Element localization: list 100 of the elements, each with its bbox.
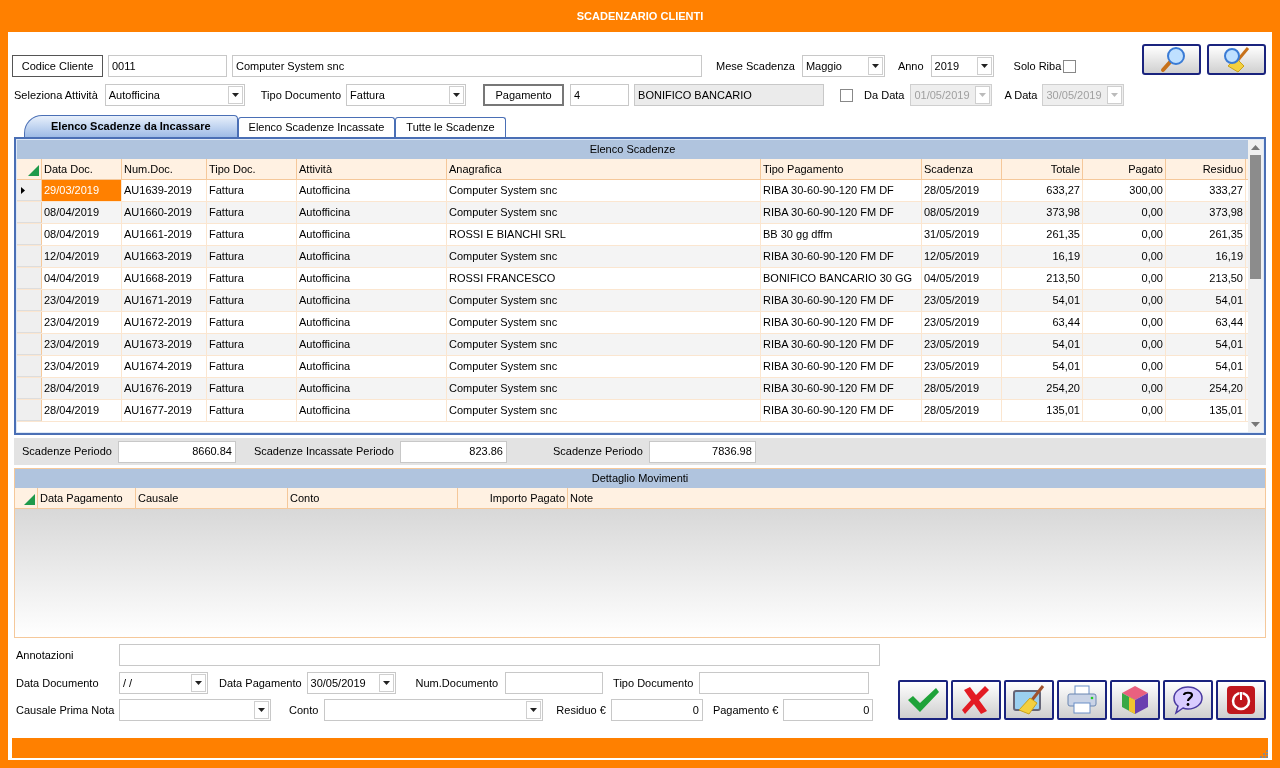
table-cell: 63,44 <box>1002 312 1083 333</box>
table-cell: Fattura <box>207 246 297 267</box>
table-cell: AU1663-2019 <box>122 246 207 267</box>
table-cell: AU1660-2019 <box>122 202 207 223</box>
column-header[interactable]: Num.Doc. <box>122 159 207 179</box>
column-header[interactable]: Anagrafica <box>447 159 761 179</box>
panel-header: Elenco Scadenze <box>17 140 1248 159</box>
table-cell: 04/05/2019 <box>922 268 1002 289</box>
table-cell: Autofficina <box>297 356 447 377</box>
column-header[interactable]: Tipo Pagamento <box>761 159 922 179</box>
field-label: Conto <box>289 702 319 718</box>
column-header[interactable]: Importo Pagato <box>458 488 568 508</box>
table-cell: 373,98 <box>1002 202 1083 223</box>
table-cell: 54,01 <box>1166 334 1246 355</box>
table-cell: 28/05/2019 <box>922 378 1002 399</box>
table-cell: Computer System snc <box>447 378 761 399</box>
table-cell: 28/04/2019 <box>42 400 122 421</box>
table-cell: AU1671-2019 <box>122 290 207 311</box>
field-label: Num.Documento <box>415 675 499 691</box>
table-cell: 54,01 <box>1002 356 1083 377</box>
tab[interactable]: Elenco Scadenze Incassate <box>237 117 396 137</box>
column-header[interactable]: Causale <box>136 488 288 508</box>
table-cell: 0,00 <box>1083 224 1166 245</box>
table-cell: 254,20 <box>1166 378 1246 399</box>
table-cell: 54,01 <box>1166 290 1246 311</box>
table-cell: 54,01 <box>1166 356 1246 377</box>
table-cell: Autofficina <box>297 202 447 223</box>
table-cell: AU1676-2019 <box>122 378 207 399</box>
field-label: Tipo Documento <box>260 87 342 103</box>
table-cell: 135,01 <box>1166 400 1246 421</box>
table-cell: 300,00 <box>1083 180 1166 201</box>
table-cell: 23/04/2019 <box>42 312 122 333</box>
table-cell: Fattura <box>207 290 297 311</box>
column-header[interactable]: Totale <box>1002 159 1083 179</box>
input-field[interactable]: 7836.98 <box>648 440 756 463</box>
column-header[interactable]: Residuo <box>1166 159 1246 179</box>
dropdown[interactable]: 30/05/2019 <box>306 672 396 694</box>
table-cell: 28/05/2019 <box>922 180 1002 201</box>
table-cell: Fattura <box>207 378 297 399</box>
tab[interactable]: Elenco Scadenze da Incassare <box>24 115 238 137</box>
dropdown[interactable]: Maggio <box>801 55 885 77</box>
field-label: Residuo € <box>556 702 606 718</box>
table-cell: 23/05/2019 <box>922 290 1002 311</box>
table-cell: BONIFICO BANCARIO 30 GG <box>761 268 922 289</box>
column-header[interactable]: Data Doc. <box>42 159 122 179</box>
window-title: SCADENZARIO CLIENTI <box>576 8 704 24</box>
table-cell: Autofficina <box>297 268 447 289</box>
input-field[interactable]: 0 <box>610 699 703 721</box>
input-field[interactable]: 0011 <box>108 55 227 77</box>
column-header[interactable]: Tipo Doc. <box>207 159 297 179</box>
input-field[interactable]: 4 <box>570 84 630 106</box>
form-button[interactable]: Pagamento <box>483 84 565 106</box>
table-cell: RIBA 30-60-90-120 FM DF <box>761 400 922 421</box>
input-field[interactable]: 823.86 <box>399 440 507 463</box>
table-cell: 54,01 <box>1002 290 1083 311</box>
dropdown[interactable]: Fattura <box>346 84 467 106</box>
dropdown[interactable]: 2019 <box>930 55 994 77</box>
input-field[interactable]: 0 <box>783 699 874 721</box>
tab[interactable]: Tutte le Scadenze <box>395 117 506 137</box>
table-cell: AU1672-2019 <box>122 312 207 333</box>
table-cell: AU1661-2019 <box>122 224 207 245</box>
table-cell: RIBA 30-60-90-120 FM DF <box>761 180 922 201</box>
column-header[interactable]: Attività <box>297 159 447 179</box>
table-cell: 31/05/2019 <box>922 224 1002 245</box>
table-cell: RIBA 30-60-90-120 FM DF <box>761 356 922 377</box>
table-cell: 0,00 <box>1083 378 1166 399</box>
table-cell: Autofficina <box>297 180 447 201</box>
table-cell: 12/05/2019 <box>922 246 1002 267</box>
column-header[interactable]: Conto <box>288 488 458 508</box>
table-cell: 0,00 <box>1083 268 1166 289</box>
field-label: Seleziona Attività <box>14 87 98 103</box>
column-header[interactable]: Note <box>568 488 1168 508</box>
table-cell: Fattura <box>207 356 297 377</box>
table-cell: Computer System snc <box>447 180 761 201</box>
table-cell: 0,00 <box>1083 290 1166 311</box>
table-cell: Autofficina <box>297 334 447 355</box>
table-cell: ROSSI FRANCESCO <box>447 268 761 289</box>
table-cell: Computer System snc <box>447 290 761 311</box>
table-cell: 213,50 <box>1166 268 1246 289</box>
table-cell: Fattura <box>207 400 297 421</box>
table-cell: AU1677-2019 <box>122 400 207 421</box>
input-field[interactable]: BONIFICO BANCARIO <box>634 84 825 106</box>
table-cell: 08/04/2019 <box>42 224 122 245</box>
table-cell: 373,98 <box>1166 202 1246 223</box>
input-field[interactable]: Computer System snc <box>232 55 702 77</box>
column-header[interactable]: Data Pagamento <box>38 488 136 508</box>
table-cell: 23/05/2019 <box>922 334 1002 355</box>
table-cell: 23/05/2019 <box>922 356 1002 377</box>
table-cell: 261,35 <box>1002 224 1083 245</box>
column-header[interactable]: Scadenza <box>922 159 1002 179</box>
field-label: A Data <box>1004 87 1038 103</box>
table-cell: 23/04/2019 <box>42 334 122 355</box>
dropdown[interactable]: Autofficina <box>104 84 245 106</box>
input-field[interactable]: 8660.84 <box>117 440 236 463</box>
table-cell: 213,50 <box>1002 268 1083 289</box>
table-cell: RIBA 30-60-90-120 FM DF <box>761 378 922 399</box>
column-header[interactable]: Pagato <box>1083 159 1166 179</box>
dropdown[interactable]: / / <box>119 672 208 694</box>
table-cell: Computer System snc <box>447 312 761 333</box>
form-button[interactable]: Codice Cliente <box>12 55 103 77</box>
